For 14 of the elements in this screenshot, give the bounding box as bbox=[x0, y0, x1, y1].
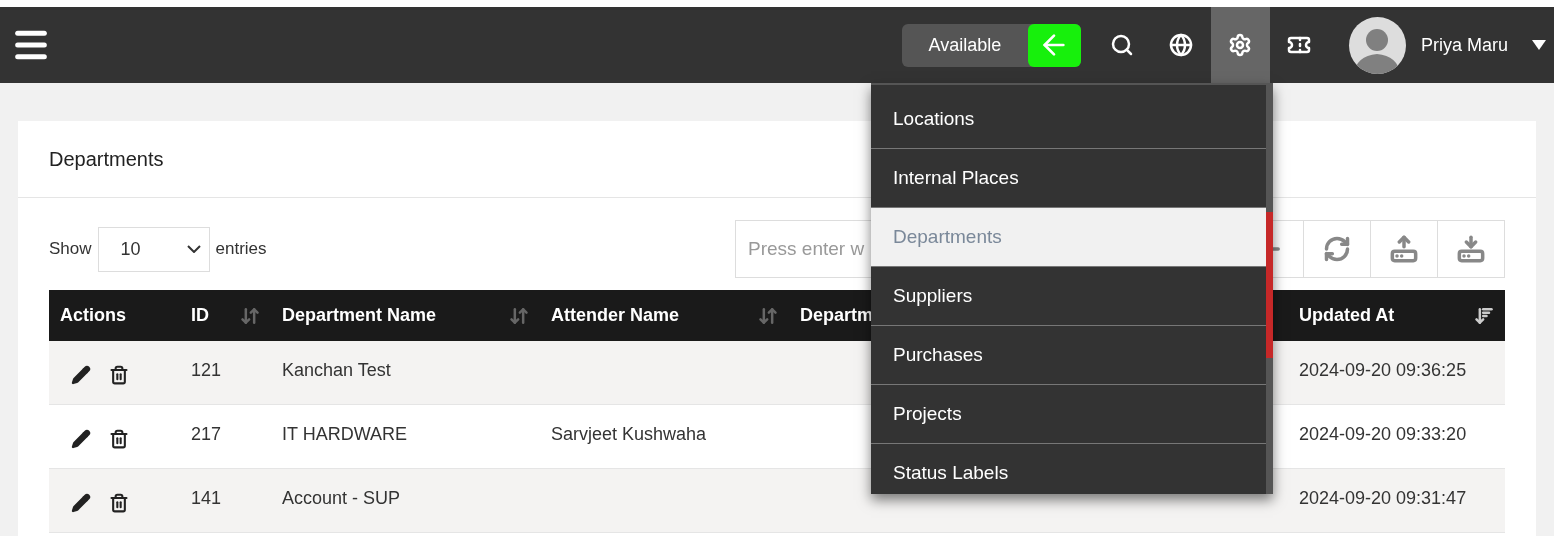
status-label: Available bbox=[927, 33, 1003, 57]
table-cell: Account - SUP bbox=[282, 488, 401, 508]
table-cell: Kanchan Test bbox=[282, 360, 391, 380]
table-cell: 2024-09-20 09:33:20 bbox=[1299, 424, 1467, 444]
table-cell: 141 bbox=[191, 488, 222, 508]
card-title: Departments bbox=[49, 147, 164, 172]
entries-label: entries bbox=[215, 238, 267, 261]
table-cell: 121 bbox=[191, 360, 222, 380]
table-cell: IT HARDWARE bbox=[282, 424, 407, 444]
table-cell: 2024-09-20 09:36:25 bbox=[1299, 360, 1467, 380]
show-label: Show bbox=[49, 238, 92, 261]
table-cell: 2024-09-20 09:31:47 bbox=[1299, 488, 1467, 508]
table-cell: 217 bbox=[191, 424, 222, 444]
table-cell: Sarvjeet Kushwaha bbox=[551, 424, 707, 444]
